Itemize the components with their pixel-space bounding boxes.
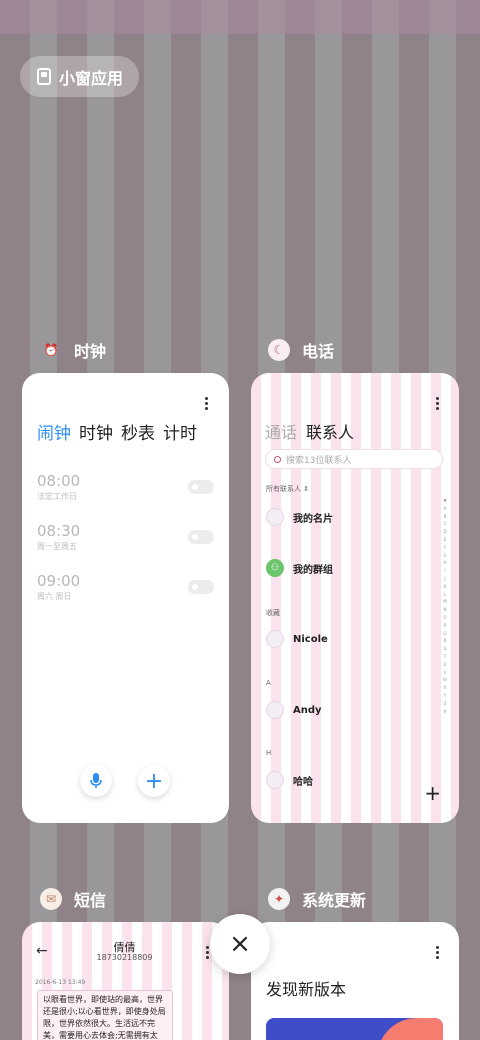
phone-app-title: 电话 [302,342,335,361]
more-options-icon[interactable] [205,397,209,412]
voice-alarm-button[interactable] [80,765,112,797]
system-update-icon: ✦ [268,888,290,910]
update-app-card[interactable]: 发现新版本 [251,922,459,1040]
avatar [266,630,284,648]
group-icon: ⚇ [266,559,284,577]
section-h: H [266,749,272,757]
tab-stopwatch[interactable]: 秒表 [121,419,155,444]
phone-app-card[interactable]: 通话 联系人 搜索13位联系人 所有联系人 ⇕ 我的名片 ⚇ 我的群组 收藏 N… [251,373,459,823]
add-contact-button[interactable]: + [424,781,441,805]
update-heading: 发现新版本 [266,980,347,999]
all-contacts-filter[interactable]: 所有联系人 ⇕ [266,484,309,494]
clock-app-header[interactable]: ⏰ 时钟 [40,338,107,362]
update-app-title: 系统更新 [302,891,367,910]
sms-app-icon: ✉ [40,888,62,910]
tab-alarm[interactable]: 闹钟 [37,419,71,444]
microphone-icon [90,773,102,788]
sms-app-card[interactable]: ← 倩倩 18730218809 2016-6-13 13:49 以眼看世界，即… [22,922,229,1040]
contact-row[interactable]: Andy [266,701,322,719]
message-bubble[interactable]: 以眼看世界，即使站的最高，世界还是很小;以心看世界，即使身处局限，世界依然很大。… [37,990,173,1040]
section-a: A [266,679,271,687]
contact-name: 哈哈 [293,776,313,788]
message-timestamp: 2016-6-13 13:49 [35,979,86,986]
phone-app-header[interactable]: ☾ 电话 [268,338,334,362]
sms-app-header[interactable]: ✉ 短信 [40,887,106,911]
tab-calls[interactable]: 通话 [265,419,297,443]
phone-tab-bar: 通话 联系人 [265,419,354,443]
plus-icon: + [144,768,164,794]
contact-name: 我的群组 [293,564,333,576]
close-icon: × [229,929,251,959]
contact-row[interactable]: 哈哈 [266,771,313,789]
avatar [266,701,284,719]
alarm-clock-icon: ⏰ [43,343,59,357]
search-icon [274,455,281,463]
clock-app-title: 时钟 [74,342,107,361]
avatar [266,771,284,789]
tab-timer[interactable]: 计时 [163,419,197,444]
clock-app-card[interactable]: 闹钟 时钟 秒表 计时 08:00 法定工作日 08:30 周一至周五 09:0… [22,373,229,823]
update-app-header[interactable]: ✦ 系统更新 [268,887,366,911]
contact-name: 我的名片 [293,513,333,525]
section-favorites: 收藏 [266,609,280,617]
contact-search-input[interactable]: 搜索13位联系人 [265,449,443,469]
my-groups-row[interactable]: ⚇ 我的群组 [266,559,333,577]
alarm-toggle[interactable] [188,530,214,544]
avatar [266,508,284,526]
sms-app-title: 短信 [74,891,107,910]
mini-window-label: 小窗应用 [59,68,124,88]
contact-name: Nicole [293,633,328,645]
contact-row[interactable]: Nicole [266,630,328,648]
tab-clock[interactable]: 时钟 [79,419,113,444]
alarm-toggle[interactable] [188,580,214,594]
conversation-contact-number: 18730218809 [96,953,153,962]
update-banner-image [266,1018,443,1040]
mini-window-apps-button[interactable]: 小窗应用 [20,56,139,97]
clear-all-button[interactable]: × [210,914,270,974]
contact-name: Andy [293,704,322,716]
tab-contacts[interactable]: 联系人 [306,419,354,443]
more-options-icon[interactable] [436,397,440,412]
alphabet-index[interactable]: ♥ A B C D E F G H I J K L M N O P Q R S T U V W X Y Z # [442,497,448,715]
my-card-row[interactable]: 我的名片 [266,508,333,526]
status-bar-area [0,0,480,34]
add-alarm-button[interactable]: + [138,765,170,797]
phone-app-icon: ☾ [268,339,290,361]
mini-window-icon [37,68,51,85]
more-options-icon[interactable] [436,946,440,961]
clock-tab-bar: 闹钟 时钟 秒表 计时 [37,419,197,444]
alarm-toggle[interactable] [188,480,214,494]
search-placeholder: 搜索13位联系人 [286,455,352,466]
